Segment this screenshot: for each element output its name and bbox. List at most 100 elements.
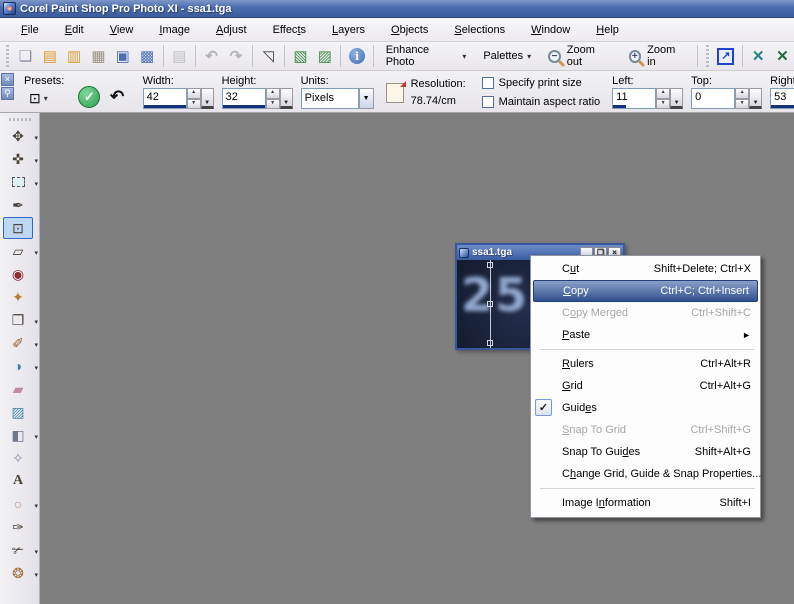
menu-effects[interactable]: Effects [260,20,319,40]
fullscreen-preview-button[interactable]: ↗ [714,44,737,68]
capture-button-1[interactable]: ▧ [289,44,312,68]
makeover-tool[interactable]: ✦ [3,286,33,308]
context-item-guides[interactable]: ✓ Guides [532,397,759,419]
context-item-rulers[interactable]: Rulers Ctrl+Alt+R [532,353,759,375]
units-dropdown-arrow[interactable]: ▼ [359,88,374,109]
pen-tool[interactable]: ✑ [3,516,33,538]
units-dropdown[interactable]: Pixels ▼ [301,88,374,109]
selection-tool[interactable]: ▾ [3,171,33,193]
resize-canvas-button[interactable]: ◹ [257,44,280,68]
width-spin-up[interactable]: ▲ [187,88,201,99]
context-item-grid[interactable]: Grid Ctrl+Alt+G [532,375,759,397]
height-spin-down[interactable]: ▼ [266,99,280,110]
tools-grip[interactable] [9,117,31,122]
zoom-out-button[interactable]: − Zoom out [540,40,619,72]
top-spin-down[interactable]: ▼ [735,99,749,110]
top-slider-button[interactable]: ▼ [749,88,762,109]
maintain-aspect-ratio-checkbox[interactable] [482,96,494,108]
menu-layers[interactable]: Layers [319,20,378,40]
open-file-button[interactable]: ▤ [38,44,61,68]
height-input[interactable]: 32 [222,88,266,109]
toolbar-grip[interactable] [5,45,10,67]
width-slider-button[interactable]: ▼ [201,88,214,109]
left-slider-button[interactable]: ▼ [670,88,683,109]
color-replacer-tool[interactable]: ✧ [3,447,33,469]
flyout-arrow-icon[interactable]: ▾ [34,134,38,142]
clear-crop-button[interactable]: ↷ [110,87,124,107]
context-item-paste[interactable]: Paste ► [532,324,759,346]
top-spin-up[interactable]: ▲ [735,88,749,99]
flyout-arrow-icon[interactable]: ▾ [34,341,38,349]
color-changer-tool[interactable]: ◑▾ [3,355,33,377]
height-slider-button[interactable]: ▼ [280,88,293,109]
save-button[interactable]: ▣ [111,44,134,68]
info-button[interactable]: i [345,44,368,68]
dropper-tool[interactable]: ✒ [3,194,33,216]
menu-objects[interactable]: Objects [378,20,441,40]
left-input[interactable]: 11 [612,88,656,109]
flyout-arrow-icon[interactable]: ▾ [34,157,38,165]
options-close-button[interactable]: × [1,73,14,86]
options-pin-button[interactable]: ⚲ [1,87,14,100]
menu-selections[interactable]: Selections [441,20,518,40]
flood-fill-tool[interactable]: ◧▾ [3,424,33,446]
flyout-arrow-icon[interactable]: ▾ [34,249,38,257]
flyout-arrow-icon[interactable]: ▾ [34,364,38,372]
clone-brush-tool[interactable]: ❐▾ [3,309,33,331]
color-workspace-button-1[interactable]: ✕ [747,44,770,68]
apply-crop-button[interactable]: ✓ [78,86,100,108]
specify-print-size-checkbox[interactable] [482,77,494,89]
browse-button[interactable]: ▥ [62,44,85,68]
color-workspace-button-2[interactable]: ✕ [771,44,794,68]
move-tool[interactable]: ✜▾ [3,148,33,170]
capture-button-2[interactable]: ▨ [313,44,336,68]
right-input[interactable]: 53 [770,88,794,109]
width-input[interactable]: 42 [143,88,187,109]
top-input[interactable]: 0 [691,88,735,109]
pan-tool[interactable]: ✥▾ [3,125,33,147]
menu-edit[interactable]: Edit [52,20,97,40]
context-item-copy[interactable]: Copy Ctrl+C; Ctrl+Insert [533,280,758,302]
palettes-button[interactable]: Palettes ▾ [475,46,539,66]
flyout-arrow-icon[interactable]: ▾ [34,548,38,556]
flyout-arrow-icon[interactable]: ▾ [34,571,38,579]
flyout-arrow-icon[interactable]: ▾ [34,180,38,188]
menu-help[interactable]: Help [583,20,632,40]
scan-button[interactable]: ▦ [87,44,110,68]
paint-brush-tool[interactable]: ✐▾ [3,332,33,354]
new-file-button[interactable]: ❏ [14,44,37,68]
save-as-button[interactable]: ▩ [135,44,158,68]
height-spin-up[interactable]: ▲ [266,88,280,99]
crop-tool[interactable]: ⊡ [3,217,33,239]
crop-boundary-line[interactable] [490,260,491,348]
red-eye-tool[interactable]: ◉ [3,263,33,285]
width-spin-down[interactable]: ▼ [187,99,201,110]
warp-brush-tool[interactable]: ✃▾ [3,539,33,561]
left-spin-up[interactable]: ▲ [656,88,670,99]
crop-handle-top[interactable] [487,262,493,268]
text-tool[interactable]: A [3,470,33,492]
art-media-tool[interactable]: ❂▾ [3,562,33,584]
context-item-cut[interactable]: Cut Shift+Delete; Ctrl+X [532,258,759,280]
menu-image[interactable]: Image [146,20,203,40]
menu-file[interactable]: File [8,20,52,40]
flyout-arrow-icon[interactable]: ▾ [34,318,38,326]
menu-adjust[interactable]: Adjust [203,20,260,40]
perspective-tool[interactable]: ▱▾ [3,240,33,262]
preset-shape-tool[interactable]: ○▾ [3,493,33,515]
presets-dropdown-button[interactable]: ⊡ ▾ [24,88,64,109]
background-eraser-tool[interactable]: ▨ [3,401,33,423]
enhance-photo-button[interactable]: Enhance Photo ▾ [378,40,475,72]
flyout-arrow-icon[interactable]: ▾ [34,502,38,510]
guides-checkbox[interactable]: ✓ [535,399,552,416]
context-item-image-information[interactable]: Image Information Shift+I [532,492,759,514]
toolbar-grip[interactable] [705,45,710,67]
left-spin-down[interactable]: ▼ [656,99,670,110]
app-title-bar[interactable]: Corel Paint Shop Pro Photo XI - ssa1.tga [0,0,794,18]
menu-window[interactable]: Window [518,20,583,40]
context-item-snap-to-guides[interactable]: Snap To Guides Shift+Alt+G [532,441,759,463]
context-item-change-grid-properties[interactable]: Change Grid, Guide & Snap Properties... [532,463,759,485]
crop-handle-bottom[interactable] [487,340,493,346]
flyout-arrow-icon[interactable]: ▾ [34,433,38,441]
crop-handle-middle[interactable] [487,301,493,307]
